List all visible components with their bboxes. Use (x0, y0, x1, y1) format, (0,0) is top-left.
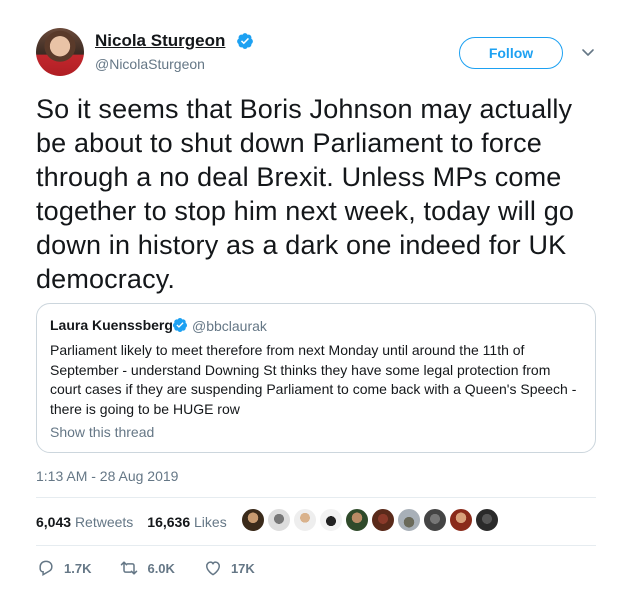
likes-label: Likes (194, 514, 227, 530)
divider (36, 545, 596, 546)
retweets-count: 6,043 (36, 514, 72, 530)
chevron-down-icon[interactable] (580, 44, 596, 60)
reply-count: 1.7K (64, 560, 92, 576)
retweets-stat[interactable]: 6,043 Retweets (36, 514, 133, 530)
author-handle[interactable]: @NicolaSturgeon (95, 56, 205, 72)
liker-avatar[interactable] (319, 508, 343, 532)
liker-avatar[interactable] (293, 508, 317, 532)
quoted-author-name[interactable]: Laura Kuenssberg (50, 317, 173, 333)
liker-avatar[interactable] (397, 508, 421, 532)
likes-count: 16,636 (147, 514, 191, 530)
liker-avatar[interactable] (475, 508, 499, 532)
quoted-tweet-text: Parliament likely to meet therefore from… (50, 342, 577, 417)
retweet-icon (121, 561, 138, 575)
quoted-tweet[interactable]: Laura Kuenssberg @bbclaurak Parliament l… (36, 303, 596, 453)
author-name[interactable]: Nicola Sturgeon (95, 31, 225, 51)
reply-button[interactable]: 1.7K (36, 558, 91, 578)
tweet-timestamp[interactable]: 1:13 AM - 28 Aug 2019 (36, 468, 178, 484)
heart-icon (205, 561, 220, 576)
likers-avatars (241, 508, 499, 532)
quoted-author-handle[interactable]: @bbclaurak (192, 318, 267, 334)
like-button[interactable]: 17K (203, 558, 255, 578)
reply-icon (39, 560, 53, 576)
like-count: 17K (230, 560, 255, 576)
likes-stat[interactable]: 16,636 Likes (147, 514, 226, 530)
retweet-button[interactable]: 6.0K (119, 558, 175, 578)
tweet-card: Nicola Sturgeon @NicolaSturgeon Follow S… (0, 0, 633, 596)
verified-badge-icon (172, 318, 187, 332)
retweet-count: 6.0K (147, 560, 175, 576)
author-avatar[interactable] (36, 28, 84, 76)
liker-avatar[interactable] (241, 508, 265, 532)
tweet-text: So it seems that Boris Johnson may actua… (36, 94, 575, 294)
divider (36, 497, 596, 498)
liker-avatar[interactable] (449, 508, 473, 532)
engagement-stats: 6,043 Retweets 16,636 Likes (36, 514, 227, 530)
tweet-actions: 1.7K 6.0K 17K (36, 558, 283, 578)
show-thread-link[interactable]: Show this thread (50, 424, 154, 440)
liker-avatar[interactable] (345, 508, 369, 532)
liker-avatar[interactable] (267, 508, 291, 532)
verified-badge-icon (237, 33, 253, 49)
liker-avatar[interactable] (423, 508, 447, 532)
liker-avatar[interactable] (371, 508, 395, 532)
follow-button[interactable]: Follow (459, 37, 563, 69)
retweets-label: Retweets (74, 514, 134, 530)
